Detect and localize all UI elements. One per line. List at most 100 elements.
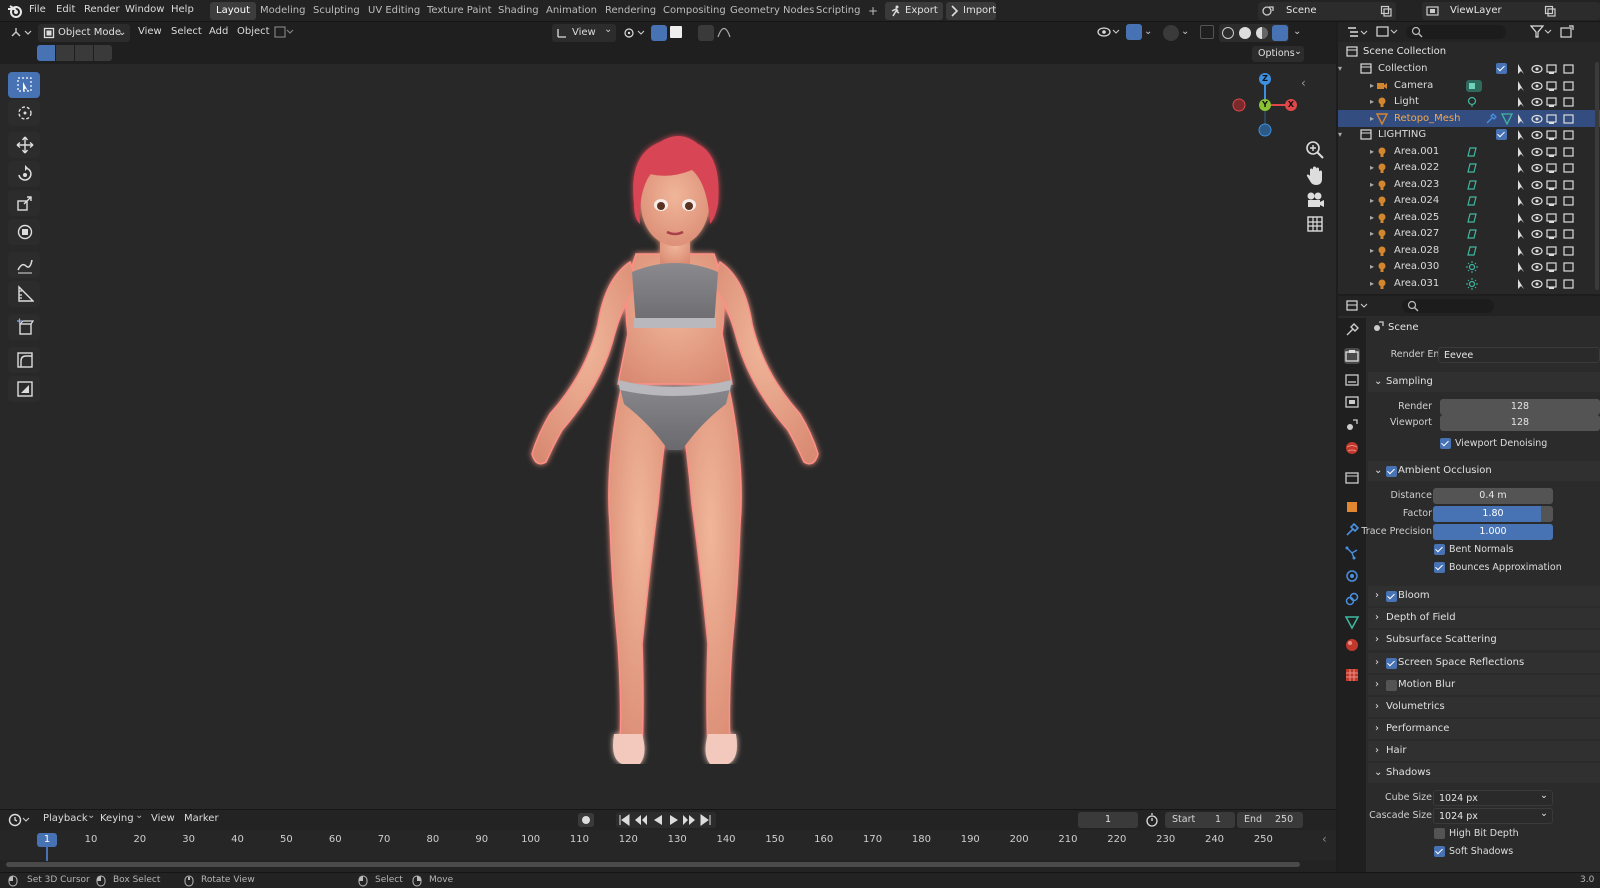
solid-shading-icon[interactable] [1239, 27, 1251, 39]
view-layer-selector[interactable]: ViewLayer [1422, 2, 1600, 20]
restrict-toggles-icon[interactable] [1516, 278, 1576, 290]
jump-start-icon[interactable] [618, 814, 630, 826]
import-button[interactable]: Import [946, 2, 996, 20]
screen-space-reflections-panel-header[interactable]: › Screen Space Reflections [1368, 652, 1600, 673]
zoom-button[interactable] [1303, 138, 1327, 162]
outliner-item-area-030[interactable]: ▸ Area.030 [1338, 258, 1600, 275]
chevron-right-icon[interactable]: ▸ [1370, 143, 1374, 160]
ambient-occlusion-checkbox[interactable] [1386, 466, 1397, 477]
outliner-scrollbar[interactable] [1595, 62, 1599, 290]
outliner-editor-type-icon[interactable] [1346, 26, 1370, 40]
export-button[interactable]: Export [885, 2, 943, 20]
outliner-item-area-027[interactable]: ▸ Area.027 [1338, 225, 1600, 242]
depth-of-field-panel-header[interactable]: › Depth of Field [1368, 608, 1600, 629]
restrict-toggles-icon[interactable] [1516, 179, 1576, 191]
outliner-item-lighting[interactable]: ▾ LIGHTING [1338, 126, 1600, 143]
menu-file[interactable]: File [29, 4, 46, 15]
restrict-toggles-icon[interactable] [1516, 113, 1576, 125]
editor-type-icon[interactable] [10, 26, 32, 40]
current-frame-field[interactable]: 1 [1078, 812, 1138, 828]
snap-toggle-icon[interactable] [651, 25, 667, 41]
cascade-size-dropdown[interactable]: 1024 px ⌄ [1433, 808, 1553, 824]
outliner-item-area-023[interactable]: ▸ Area.023 [1338, 176, 1600, 193]
select-new-icon[interactable] [37, 45, 55, 61]
chevron-right-icon[interactable]: ▸ [1370, 275, 1374, 292]
chevron-right-icon[interactable]: ▸ [1370, 159, 1374, 176]
display-mode-icon[interactable] [1376, 25, 1400, 39]
tab-sculpting[interactable]: Sculpting [307, 2, 366, 20]
outliner-item-collection[interactable]: ▾ Collection [1338, 60, 1600, 77]
object-data-icon[interactable] [1466, 162, 1478, 174]
chevron-right-icon[interactable]: ▸ [1370, 77, 1374, 94]
proportional-edit-icon[interactable] [698, 25, 714, 41]
viewport-menu-object[interactable]: Object [237, 26, 270, 37]
camera-view-button[interactable] [1303, 188, 1327, 212]
outliner-item-area-022[interactable]: ▸ Area.022 [1338, 159, 1600, 176]
restrict-toggles-icon[interactable] [1516, 195, 1576, 207]
tab-animation[interactable]: Animation [540, 2, 603, 20]
panel-enable-checkbox[interactable] [1386, 679, 1397, 691]
rotate-tool[interactable] [8, 161, 40, 187]
object-data-icon[interactable] [1466, 212, 1478, 224]
select-box-tool[interactable] [8, 72, 40, 98]
material-tab-icon[interactable] [1344, 637, 1360, 653]
select-intersect-icon[interactable] [94, 45, 112, 61]
restrict-toggles-icon[interactable] [1516, 212, 1576, 224]
gizmo-options-icon[interactable] [274, 25, 296, 39]
copy-scene-icon[interactable] [1380, 5, 1392, 17]
viewport-menu-view[interactable]: View [138, 26, 162, 37]
tab-scripting[interactable]: Scripting [810, 2, 866, 20]
volumetrics-panel-header[interactable]: › Volumetrics [1368, 697, 1600, 717]
gizmo-x-axis[interactable]: X [1285, 99, 1297, 111]
exclude-checkbox[interactable] [1496, 63, 1507, 74]
sampling-panel-header[interactable]: ⌄ Sampling [1368, 372, 1600, 392]
tab-rendering[interactable]: Rendering [599, 2, 662, 20]
outliner-item-light[interactable]: ▸ Light [1338, 93, 1600, 110]
outliner-item-area-001[interactable]: ▸ Area.001 [1338, 143, 1600, 160]
tool-tab-icon[interactable] [1344, 322, 1360, 338]
texture-tab-icon[interactable] [1344, 667, 1360, 683]
tab-modeling[interactable]: Modeling [254, 2, 312, 20]
motion-blur-panel-header[interactable]: › Motion Blur [1368, 674, 1600, 695]
timeline-menu-view[interactable]: View [151, 813, 175, 824]
chevron-right-icon[interactable]: ▸ [1370, 242, 1374, 259]
new-collection-icon[interactable] [1560, 25, 1574, 39]
chevron-right-icon[interactable]: ▸ [1370, 192, 1374, 209]
select-subtract-icon[interactable] [75, 45, 93, 61]
viewport-denoising-checkbox[interactable] [1440, 438, 1451, 449]
physics-tab-icon[interactable] [1344, 568, 1360, 584]
restrict-toggles-icon[interactable] [1516, 245, 1576, 257]
subsurface-scattering-panel-header[interactable]: › Subsurface Scattering [1368, 630, 1600, 651]
viewport-menu-select[interactable]: Select [171, 26, 202, 37]
bent-normals-checkbox[interactable] [1434, 544, 1445, 555]
restrict-toggles-icon[interactable] [1516, 129, 1576, 141]
add-cube-tool[interactable] [8, 314, 40, 340]
gizmos-toggle-icon[interactable] [1126, 24, 1142, 40]
outliner-item-area-031[interactable]: ▸ Area.031 [1338, 275, 1600, 292]
xray-toggle-icon[interactable] [1200, 25, 1214, 39]
outliner-item-camera[interactable]: ▸ Camera [1338, 77, 1600, 94]
high-bit-depth-checkbox[interactable] [1434, 828, 1445, 839]
data-tab-icon[interactable] [1344, 614, 1360, 630]
timeline-menu-playback[interactable]: Playback [43, 813, 88, 824]
pan-button[interactable] [1303, 164, 1327, 188]
select-extend-icon[interactable] [56, 45, 74, 61]
blender-logo-icon[interactable] [7, 3, 23, 19]
overlays-toggle-icon[interactable] [1163, 25, 1179, 41]
tab-compositing[interactable]: Compositing [657, 2, 732, 20]
inset-tool[interactable] [8, 376, 40, 402]
outliner-item-area-028[interactable]: ▸ Area.028 [1338, 242, 1600, 259]
cursor-tool[interactable] [8, 100, 40, 126]
menu-render[interactable]: Render [84, 4, 120, 15]
chevron-right-icon[interactable]: ▸ [1370, 209, 1374, 226]
object-data-icon[interactable] [1466, 96, 1478, 108]
add-workspace-button[interactable]: + [862, 2, 884, 20]
snap-target-icon[interactable] [670, 26, 682, 38]
end-frame-field[interactable]: End 250 [1237, 812, 1303, 828]
bloom-panel-header[interactable]: › Bloom [1368, 586, 1600, 606]
prev-keyframe-icon[interactable] [634, 814, 648, 826]
cube-size-dropdown[interactable]: 1024 px ⌄ [1433, 790, 1553, 806]
viewport-samples-field[interactable]: 128 [1440, 415, 1600, 431]
collapse-arrow-icon[interactable]: ‹ [1301, 76, 1306, 90]
chevron-right-icon[interactable]: ▸ [1370, 110, 1374, 127]
